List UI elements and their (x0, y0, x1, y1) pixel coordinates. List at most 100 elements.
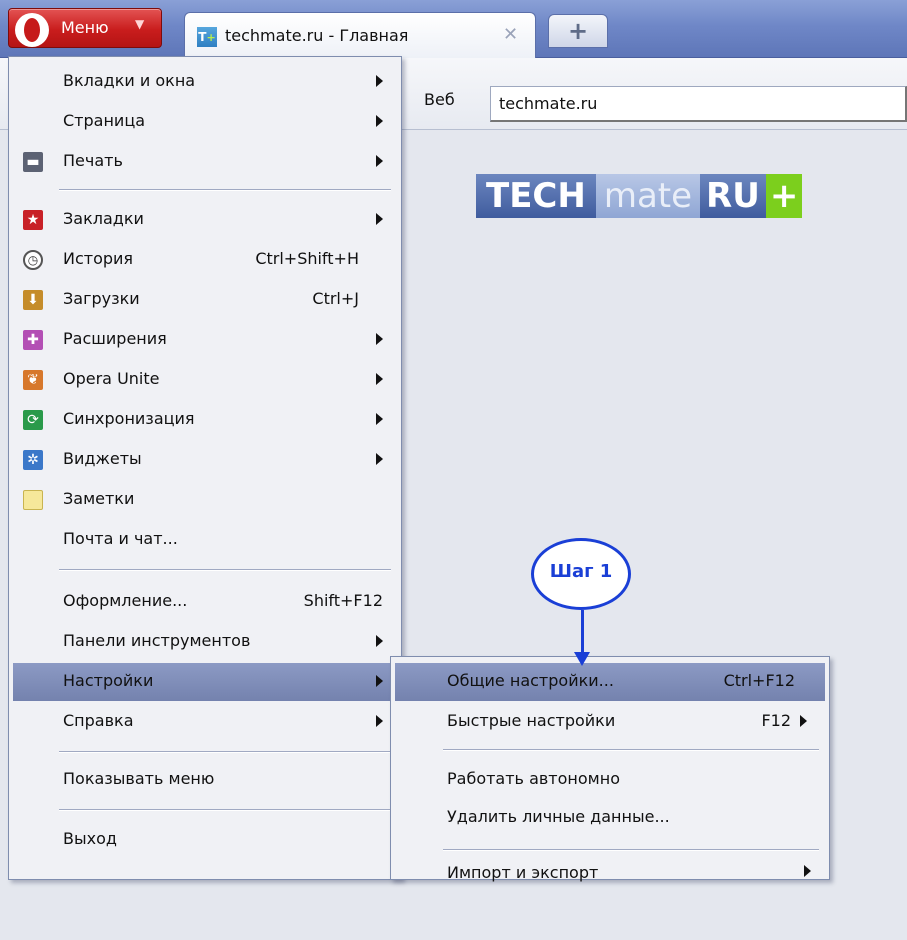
unite-icon: ❦ (23, 370, 43, 390)
sync-icon: ⟳ (23, 410, 43, 430)
menu-item-label: Закладки (63, 209, 144, 228)
submenu-arrow-icon (376, 675, 383, 687)
bookmarks-icon: ★ (23, 210, 43, 230)
menu-separator (59, 751, 391, 753)
menu-item-exit[interactable]: Выход (13, 821, 397, 859)
step-callout: Шаг 1 (531, 538, 631, 610)
menu-item-opera-unite[interactable]: ❦ Opera Unite (13, 361, 397, 399)
menu-item-print[interactable]: ▬ Печать (13, 143, 397, 181)
submenu-item-import-export[interactable]: Импорт и экспорт (395, 859, 825, 882)
logo-part-tech: TECH (476, 174, 596, 218)
menu-separator (443, 849, 819, 851)
menu-item-widgets[interactable]: ✲ Виджеты (13, 441, 397, 479)
menu-item-shortcut: F12 (761, 711, 791, 730)
menu-item-label: Почта и чат... (63, 529, 178, 548)
tab-close-icon[interactable]: ✕ (503, 24, 518, 45)
submenu-arrow-icon (800, 715, 807, 727)
submenu-arrow-icon (376, 115, 383, 127)
menu-item-toolbars[interactable]: Панели инструментов (13, 623, 397, 661)
notes-icon (23, 490, 43, 510)
menu-separator (443, 749, 819, 751)
menu-separator (59, 189, 391, 191)
menu-item-notes[interactable]: Заметки (13, 481, 397, 519)
tab-title: techmate.ru - Главная (225, 26, 409, 45)
menu-item-label: История (63, 249, 134, 268)
menu-item-shortcut: Ctrl+J (312, 289, 359, 308)
callout-arrow-head-icon (574, 652, 590, 666)
menu-item-label: Синхронизация (63, 409, 195, 428)
submenu-item-quick-settings[interactable]: Быстрые настройки F12 (395, 703, 825, 741)
menu-item-bookmarks[interactable]: ★ Закладки (13, 201, 397, 239)
main-menu: Вкладки и окна Страница ▬ Печать ★ Закла… (8, 56, 402, 880)
menu-separator (59, 809, 391, 811)
menu-item-label: Страница (63, 111, 146, 130)
menu-item-label: Настройки (63, 671, 154, 690)
submenu-item-work-offline[interactable]: Работать автономно (395, 761, 825, 799)
submenu-arrow-icon (376, 715, 383, 727)
menu-item-label: Быстрые настройки (447, 711, 616, 730)
menu-item-label: Панели инструментов (63, 631, 251, 650)
menu-item-extensions[interactable]: ✚ Расширения (13, 321, 397, 359)
chevron-down-icon: ▼ (135, 17, 145, 31)
menu-item-shortcut: Ctrl+F12 (723, 671, 795, 690)
submenu-arrow-icon (376, 373, 383, 385)
menu-item-page[interactable]: Страница (13, 103, 397, 141)
menu-item-label: Удалить личные данные... (447, 807, 670, 826)
menu-item-help[interactable]: Справка (13, 703, 397, 741)
menu-item-label: Загрузки (63, 289, 140, 308)
downloads-icon: ⬇ (23, 290, 43, 310)
settings-submenu: Общие настройки... Ctrl+F12 Быстрые наст… (390, 656, 830, 882)
menu-item-label: Импорт и экспорт (447, 863, 599, 882)
menu-item-label: Вкладки и окна (63, 71, 196, 90)
menu-item-mail-chat[interactable]: Почта и чат... (13, 521, 397, 559)
menu-item-appearance[interactable]: Оформление... Shift+F12 (13, 583, 397, 621)
submenu-arrow-icon (376, 413, 383, 425)
menu-item-label: Opera Unite (63, 369, 160, 388)
extensions-icon: ✚ (23, 330, 43, 350)
menu-item-sync[interactable]: ⟳ Синхронизация (13, 401, 397, 439)
menu-item-shortcut: Ctrl+Shift+H (255, 249, 359, 268)
menu-item-label: Справка (63, 711, 134, 730)
submenu-item-delete-private-data[interactable]: Удалить личные данные... (395, 799, 825, 837)
menu-item-shortcut: Shift+F12 (303, 591, 383, 610)
menu-item-label: Показывать меню (63, 769, 215, 788)
menu-item-label: Печать (63, 151, 123, 170)
opera-logo-icon (15, 13, 49, 47)
submenu-arrow-icon (376, 213, 383, 225)
menu-item-downloads[interactable]: ⬇ Загрузки Ctrl+J (13, 281, 397, 319)
site-logo: TECH mate RU + (476, 174, 836, 218)
submenu-arrow-icon (804, 865, 811, 877)
menu-item-settings[interactable]: Настройки (13, 663, 397, 701)
step-label: Шаг 1 (549, 561, 613, 582)
opera-menu-button[interactable]: Меню ▼ (8, 8, 162, 48)
menu-item-label: Расширения (63, 329, 167, 348)
submenu-arrow-icon (376, 333, 383, 345)
new-tab-button[interactable]: + (548, 14, 608, 48)
menu-item-tabs-windows[interactable]: Вкладки и окна (13, 63, 397, 101)
tab-techmate[interactable]: T+ techmate.ru - Главная ✕ (184, 12, 536, 58)
submenu-arrow-icon (376, 635, 383, 647)
menu-item-label: Оформление... (63, 591, 188, 610)
menu-item-label: Общие настройки... (447, 671, 614, 690)
logo-part-mate: mate (595, 174, 701, 218)
submenu-arrow-icon (376, 453, 383, 465)
submenu-item-general-settings[interactable]: Общие настройки... Ctrl+F12 (395, 663, 825, 701)
menu-item-history[interactable]: ◷ История Ctrl+Shift+H (13, 241, 397, 279)
menu-item-show-menu[interactable]: Показывать меню (13, 761, 397, 799)
search-engine-label[interactable]: Веб (424, 90, 455, 109)
menu-item-label: Виджеты (63, 449, 142, 468)
menu-separator (59, 569, 391, 571)
url-input[interactable] (490, 86, 907, 122)
logo-part-ru: RU (700, 174, 766, 218)
logo-part-plus: + (765, 174, 803, 218)
menu-item-label: Заметки (63, 489, 135, 508)
menu-item-label: Выход (63, 829, 117, 848)
favicon-icon: T+ (197, 27, 217, 47)
tab-strip: Меню ▼ T+ techmate.ru - Главная ✕ + (0, 0, 907, 58)
favicon-plus: + (206, 31, 216, 44)
menu-button-label: Меню (61, 18, 109, 37)
submenu-arrow-icon (376, 155, 383, 167)
widgets-icon: ✲ (23, 450, 43, 470)
callout-arrow-line (581, 610, 584, 656)
submenu-arrow-icon (376, 75, 383, 87)
